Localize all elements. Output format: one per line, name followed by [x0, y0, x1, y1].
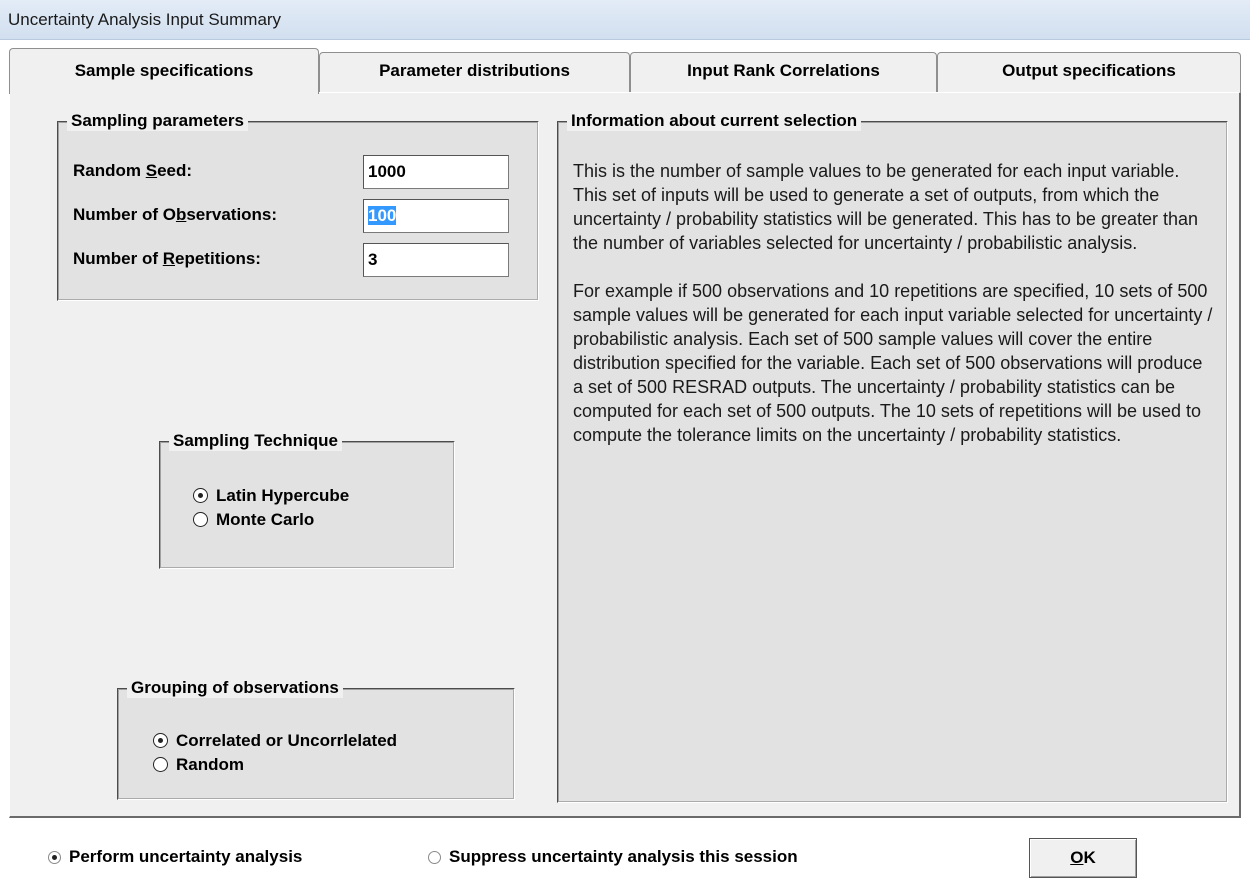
- uncertainty-dialog: Uncertainty Analysis Input Summary Sampl…: [0, 0, 1250, 888]
- tab-parameter-distributions[interactable]: Parameter distributions: [319, 52, 630, 92]
- grouping-of-observations-legend: Grouping of observations: [127, 678, 343, 698]
- radio-unselected-icon[interactable]: [193, 512, 208, 527]
- radio-selected-icon[interactable]: [48, 851, 61, 864]
- tab-panel: Sampling parameters Random Seed: 1000 Nu…: [9, 92, 1241, 818]
- random-seed-label: Random Seed:: [73, 161, 193, 180]
- information-text: This is the number of sample values to b…: [573, 159, 1213, 471]
- tab-output-specifications[interactable]: Output specifications: [937, 52, 1241, 92]
- sampling-technique-group: Sampling Technique Latin Hypercube Monte…: [159, 431, 455, 569]
- random-radio[interactable]: Random: [153, 754, 244, 776]
- radio-selected-icon[interactable]: [153, 733, 168, 748]
- sampling-parameters-group: Sampling parameters Random Seed: 1000 Nu…: [57, 111, 539, 301]
- radio-unselected-icon[interactable]: [428, 851, 441, 864]
- suppress-uncertainty-analysis-radio[interactable]: Suppress uncertainty analysis this sessi…: [428, 846, 798, 868]
- sampling-technique-legend: Sampling Technique: [169, 431, 342, 451]
- tab-input-rank-correlations[interactable]: Input Rank Correlations: [630, 52, 937, 92]
- random-seed-input[interactable]: 1000: [363, 155, 509, 189]
- number-of-repetitions-label: Number of Repetitions:: [73, 249, 261, 268]
- grouping-of-observations-group: Grouping of observations Correlated or U…: [117, 678, 515, 800]
- correlated-or-uncorrelated-radio[interactable]: Correlated or Uncorrlelated: [153, 730, 397, 752]
- information-group: Information about current selection This…: [557, 111, 1228, 803]
- monte-carlo-radio[interactable]: Monte Carlo: [193, 509, 314, 531]
- information-paragraph: For example if 500 observations and 10 r…: [573, 281, 1213, 445]
- tab-sample-specifications[interactable]: Sample specifications: [9, 48, 319, 94]
- ok-button[interactable]: OK: [1029, 838, 1137, 878]
- information-paragraph: This is the number of sample values to b…: [573, 161, 1199, 253]
- perform-uncertainty-analysis-radio[interactable]: Perform uncertainty analysis: [48, 846, 302, 868]
- window-title: Uncertainty Analysis Input Summary: [0, 0, 1250, 40]
- information-legend: Information about current selection: [567, 111, 862, 131]
- number-of-observations-label: Number of Observations:: [73, 205, 278, 224]
- radio-selected-icon[interactable]: [193, 488, 208, 503]
- sampling-parameters-legend: Sampling parameters: [67, 111, 248, 131]
- number-of-repetitions-input[interactable]: 3: [363, 243, 509, 277]
- latin-hypercube-radio[interactable]: Latin Hypercube: [193, 485, 349, 507]
- number-of-observations-input[interactable]: 100: [363, 199, 509, 233]
- radio-unselected-icon[interactable]: [153, 757, 168, 772]
